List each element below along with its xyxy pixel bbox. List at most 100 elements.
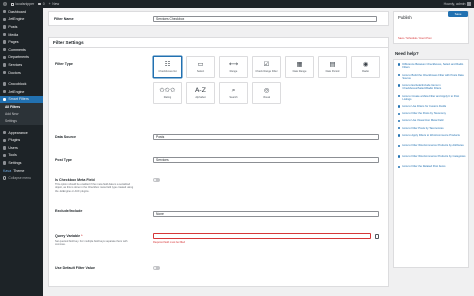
- bullet-icon: [398, 84, 401, 87]
- check-range-icon: ☑: [263, 60, 270, 69]
- bullet-icon: [398, 94, 401, 98]
- filter-name-panel: Filter Name Services Checkbox: [48, 11, 389, 26]
- bullet-icon: [398, 134, 401, 137]
- checkboxes-list-icon: ☷: [164, 60, 171, 69]
- filter-name-input[interactable]: Services Checkbox: [153, 15, 377, 22]
- sidebar-item-theme[interactable]: Kava Theme: [0, 167, 43, 175]
- submenu-item-all-filters[interactable]: All Filters: [0, 104, 43, 111]
- help-panel: [393, 59, 469, 268]
- services-icon: [3, 63, 7, 67]
- date-period-icon: ▤: [329, 60, 336, 69]
- help-link[interactable]: Difference Between Checkboxes, Select an…: [398, 63, 466, 69]
- sidebar-item-crocoblock[interactable]: Crocoblock: [0, 80, 43, 88]
- checkbox-meta-description: This option should be enabled if the met…: [55, 183, 134, 193]
- users-icon: [3, 146, 7, 150]
- comments-link[interactable]: 0: [38, 2, 45, 6]
- bullet-icon: [398, 165, 401, 169]
- exclude-include-select[interactable]: None: [153, 211, 379, 218]
- search-icon: ⌕: [231, 86, 236, 95]
- post-type-label: Post Type: [55, 158, 72, 162]
- sidebar-item-smart-filters[interactable]: Smart Filters: [0, 95, 43, 104]
- sidebar-item-departments[interactable]: Departments: [0, 54, 43, 62]
- rating-icon: ✩✩✩: [159, 86, 176, 95]
- doctors-icon: [3, 70, 7, 75]
- help-link[interactable]: How to Filter the Posts by Taxonomy: [398, 112, 466, 115]
- filter-type-date-period[interactable]: ▤ Date Period: [318, 56, 347, 78]
- sidebar-item-jetengine[interactable]: JetEngine: [0, 88, 43, 96]
- filter-type-search[interactable]: ⌕ Search: [219, 82, 248, 104]
- filter-type-select[interactable]: ▭ Select: [186, 56, 215, 78]
- comment-bubble-icon: [38, 2, 42, 6]
- wordpress-logo-icon[interactable]: W: [3, 2, 7, 6]
- sidebar-item-media[interactable]: Media: [0, 31, 43, 39]
- sidebar-item-jetengine[interactable]: JetEngine: [0, 16, 43, 24]
- new-content-link[interactable]: + New: [49, 2, 60, 6]
- sidebar-item-appearance[interactable]: Appearance: [0, 129, 43, 137]
- filter-type-check-range-filter[interactable]: ☑ Check Range Filter: [252, 56, 281, 78]
- help-link[interactable]: How to Create a Meta Filter and Apply It…: [398, 95, 466, 101]
- filter-type-range[interactable]: ⟷ Range: [219, 56, 248, 78]
- data-source-select[interactable]: Posts: [153, 134, 379, 141]
- filter-type-alphabet[interactable]: A-Z Alphabet: [186, 82, 215, 104]
- help-link[interactable]: How to Use Filters for Custom Fields: [398, 105, 466, 108]
- help-link[interactable]: How to Filter WooCommerce Products by Ca…: [398, 155, 466, 158]
- site-name-link[interactable]: localsnipper: [11, 2, 34, 6]
- crocoblock-icon: [3, 82, 7, 86]
- sidebar-item-comments[interactable]: Comments: [0, 46, 43, 54]
- sidebar-item-plugins[interactable]: Plugins: [0, 137, 43, 145]
- filter-type-checkboxes-list[interactable]: ☷ Checkboxes list: [153, 56, 182, 78]
- date-range-icon: ▦: [296, 60, 303, 69]
- filter-type-radio[interactable]: ◉ Radio: [351, 56, 380, 78]
- collapse-menu-button[interactable]: Collapse menu: [0, 174, 43, 181]
- comments-icon: [3, 48, 7, 52]
- sidebar-item-settings[interactable]: Settings: [0, 159, 43, 167]
- posts-icon: [3, 25, 7, 29]
- use-default-toggle[interactable]: [153, 266, 160, 270]
- pages-icon: [3, 40, 7, 44]
- departments-icon: [3, 55, 7, 60]
- help-link[interactable]: How to Use Visual Icon Meta Field: [398, 119, 466, 122]
- query-variable-description: Set queried field key. For multiple fiel…: [55, 240, 128, 247]
- sidebar-item-dashboard[interactable]: Dashboard: [0, 8, 43, 16]
- help-link[interactable]: How to Filter WooCommerce Products by At…: [398, 144, 466, 147]
- jetengine-icon: [3, 17, 7, 22]
- help-link[interactable]: How to Filter the Related Post Items: [398, 165, 466, 168]
- filter-type-visual[interactable]: ◎ Visual: [252, 82, 281, 104]
- filter-type-label: Select: [196, 69, 205, 73]
- help-link[interactable]: How to Filter Posts by Taxonomies: [398, 127, 466, 130]
- query-variable-label: Query Variable *: [55, 234, 83, 238]
- submenu-item-add-new[interactable]: Add New: [0, 111, 43, 118]
- exclude-include-label: Exclude/Include: [55, 209, 83, 213]
- post-type-select[interactable]: Services: [153, 157, 379, 164]
- help-link[interactable]: How to Exclude/Include Items in Checkbox…: [398, 84, 466, 90]
- save-button[interactable]: Save: [448, 11, 468, 17]
- filter-type-label: Range: [229, 69, 238, 73]
- admin-sidebar: Dashboard JetEngine Posts Media Pages Comment…: [0, 8, 43, 296]
- query-variable-input[interactable]: [153, 233, 371, 240]
- plus-icon: +: [48, 2, 51, 6]
- sidebar-item-pages[interactable]: Pages: [0, 38, 43, 46]
- bullet-icon: [398, 119, 401, 123]
- bullet-icon: [398, 155, 401, 158]
- database-icon[interactable]: [375, 233, 379, 239]
- data-source-label: Data Source: [55, 135, 76, 139]
- tools-icon: [3, 153, 7, 158]
- checkbox-meta-toggle[interactable]: [153, 178, 160, 182]
- checkbox-meta-label: Is Checkbox Meta Field: [55, 178, 95, 182]
- filter-type-label: Date Range: [292, 69, 307, 73]
- sidebar-item-tools[interactable]: Tools: [0, 152, 43, 160]
- account-menu[interactable]: Howdy, admin: [444, 2, 471, 6]
- submenu-item-settings[interactable]: Settings: [0, 117, 43, 124]
- sidebar-item-users[interactable]: Users: [0, 144, 43, 152]
- filter-type-date-range[interactable]: ▦ Date Range: [285, 56, 314, 78]
- sidebar-item-services[interactable]: Services: [0, 61, 43, 69]
- help-link[interactable]: How to Apply Filters to WooCommerce Prod…: [398, 134, 466, 137]
- range-icon: ⟷: [228, 60, 239, 69]
- filter-type-rating[interactable]: ✩✩✩ Rating: [153, 82, 182, 104]
- admin-bar: W localsnipper 0 + New Howdy, admin: [0, 0, 474, 8]
- help-link[interactable]: How to Build the Checkboxes Filter with …: [398, 74, 466, 80]
- sidebar-item-doctors[interactable]: Doctors: [0, 69, 43, 77]
- filter-type-label: Rating: [163, 95, 172, 99]
- sidebar-item-posts[interactable]: Posts: [0, 23, 43, 31]
- bullet-icon: [398, 63, 401, 66]
